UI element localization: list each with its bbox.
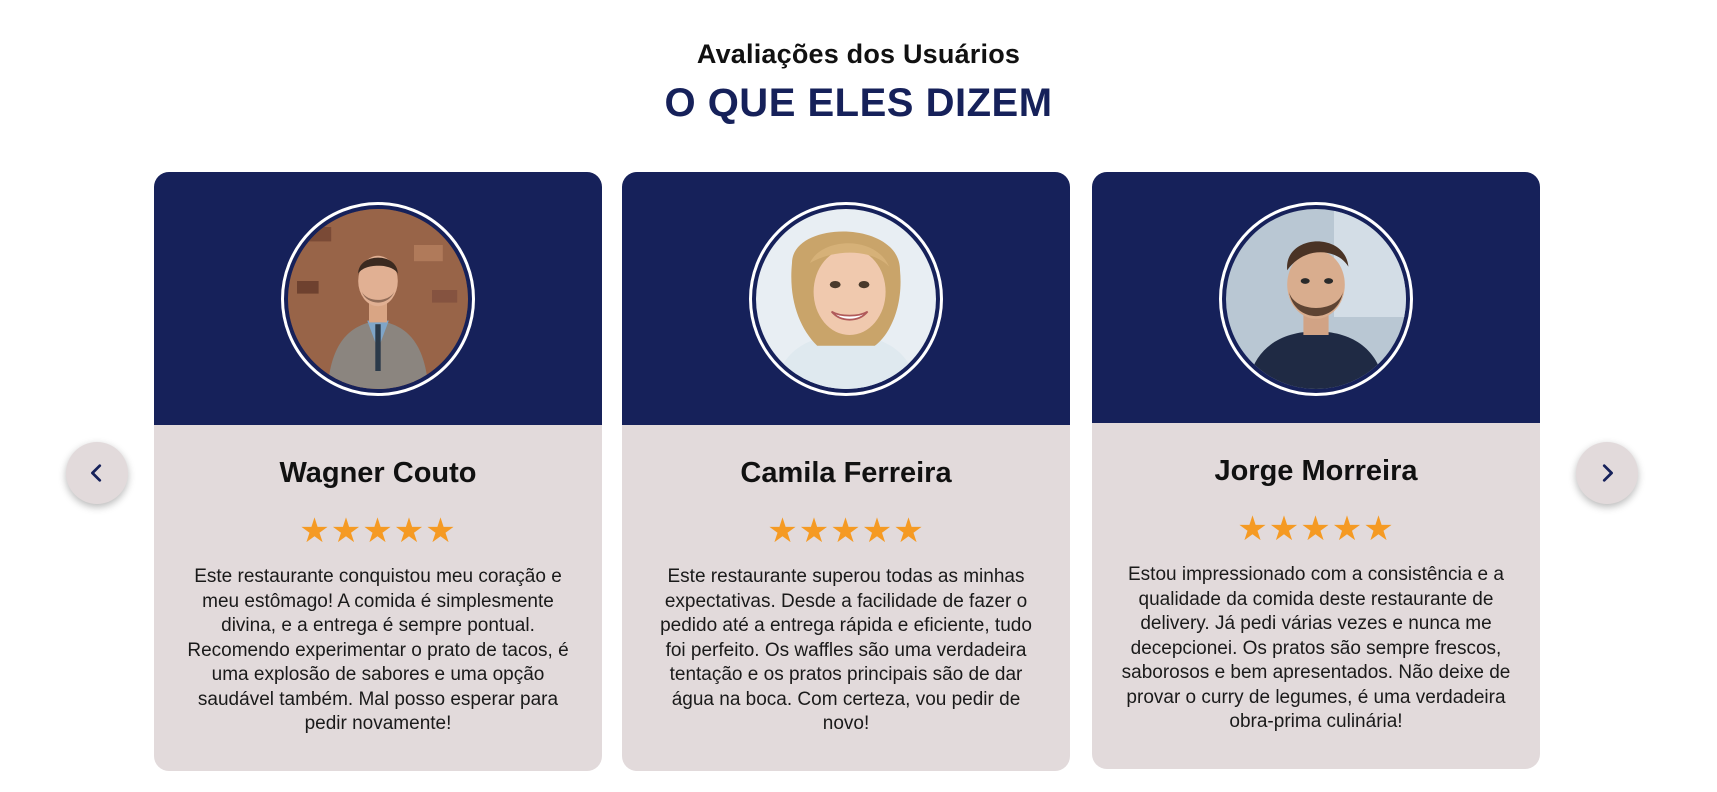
carousel-next-button[interactable]	[1576, 442, 1638, 504]
user-photo	[1226, 209, 1406, 389]
card-header	[622, 172, 1070, 425]
star-icon: ★★★★★	[1237, 510, 1395, 548]
testimonial-card: Jorge Morreira ★★★★★ Estou impressionado…	[1092, 172, 1540, 769]
section-title: O QUE ELES DIZEM	[664, 81, 1053, 125]
star-icon: ★★★★★	[767, 512, 925, 550]
carousel-prev-button[interactable]	[66, 442, 128, 504]
reviewer-name: Jorge Morreira	[1214, 455, 1418, 487]
chevron-left-icon	[91, 464, 102, 482]
review-text: Este restaurante superou todas as minhas…	[660, 566, 1032, 734]
testimonial-card: Camila Ferreira ★★★★★ Este restaurante s…	[622, 172, 1070, 771]
user-photo	[756, 209, 936, 389]
reviewer-name: Camila Ferreira	[740, 457, 952, 489]
avatar	[281, 202, 475, 396]
avatar	[749, 202, 943, 396]
avatar	[1219, 202, 1413, 396]
card-header	[1092, 172, 1540, 423]
reviewer-name: Wagner Couto	[279, 457, 477, 489]
card-header	[154, 172, 602, 425]
testimonials-carousel: Wagner Couto ★★★★★ Este restaurante conq…	[154, 172, 1540, 772]
review-text: Estou impressionado com a consistência e…	[1121, 564, 1511, 732]
user-photo	[288, 209, 468, 389]
review-text: Este restaurante conquistou meu coração …	[187, 566, 569, 734]
star-rating: ★★★★★	[180, 511, 576, 551]
star-icon: ★★★★★	[299, 512, 457, 550]
section-subtitle: Avaliações dos Usuários	[696, 39, 1021, 69]
star-rating: ★★★★★	[1118, 509, 1514, 549]
section-header: Avaliações dos Usuários O QUE ELES DIZEM	[0, 36, 1717, 128]
testimonial-card: Wagner Couto ★★★★★ Este restaurante conq…	[154, 172, 602, 771]
chevron-right-icon	[1602, 464, 1613, 482]
star-rating: ★★★★★	[648, 511, 1044, 551]
